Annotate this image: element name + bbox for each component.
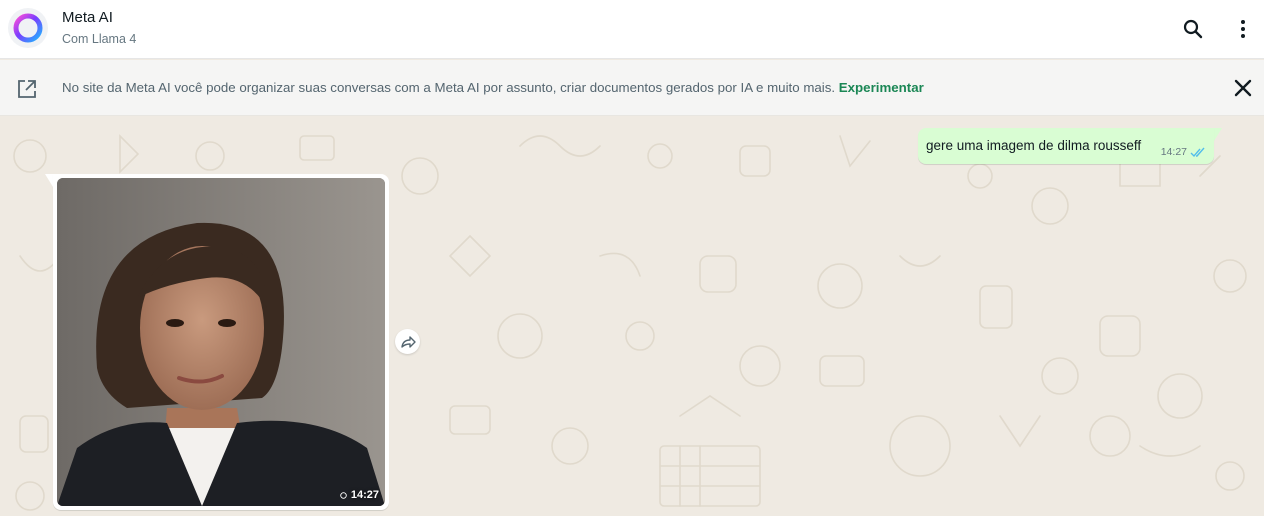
search-button[interactable] <box>1176 12 1210 46</box>
clock-icon <box>340 491 347 499</box>
message-text: gere uma imagem de dilma rousseff <box>926 138 1142 153</box>
outgoing-message[interactable]: gere uma imagem de dilma rousseff 14:27 <box>918 128 1214 164</box>
chat-title-block[interactable]: Meta AI Com Llama 4 <box>62 9 136 48</box>
kebab-menu-icon <box>1241 20 1245 38</box>
generated-image[interactable] <box>57 178 385 506</box>
close-icon[interactable] <box>1232 77 1254 99</box>
meta-ai-promo-banner: No site da Meta AI você pode organizar s… <box>0 60 1264 116</box>
message-time: 14:27 <box>1160 146 1187 158</box>
forward-icon <box>400 335 416 348</box>
avatar[interactable] <box>8 8 48 48</box>
banner-try-link[interactable]: Experimentar <box>839 80 924 95</box>
image-message-time: 14:27 <box>350 489 379 501</box>
image-message-meta: 14:27 <box>340 489 379 501</box>
external-link-icon <box>18 80 36 98</box>
meta-ai-ring-icon <box>13 13 43 43</box>
outgoing-bubble-tail <box>1214 128 1222 141</box>
menu-button[interactable] <box>1226 12 1260 46</box>
chat-panel[interactable]: gere uma imagem de dilma rousseff 14:27 <box>0 116 1264 516</box>
search-icon <box>1183 19 1203 39</box>
incoming-image-message[interactable]: 14:27 <box>53 174 389 510</box>
incoming-bubble-tail <box>45 174 53 187</box>
double-check-read-icon <box>1190 147 1205 157</box>
chat-subtitle: Com Llama 4 <box>62 32 137 46</box>
banner-text: No site da Meta AI você pode organizar s… <box>62 80 924 95</box>
chat-header: Meta AI Com Llama 4 <box>0 0 1264 59</box>
chat-title: Meta AI <box>62 9 113 26</box>
banner-message: No site da Meta AI você pode organizar s… <box>62 80 839 95</box>
forward-button[interactable] <box>395 329 420 354</box>
message-meta: 14:27 <box>1161 146 1206 158</box>
